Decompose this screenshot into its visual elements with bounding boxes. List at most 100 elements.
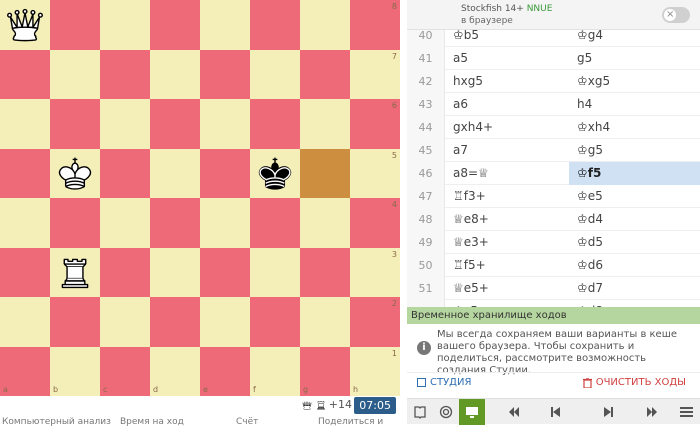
square-d5[interactable] (150, 148, 200, 198)
next-icon (604, 407, 613, 417)
square-b6[interactable] (50, 99, 100, 149)
rank-label: 4 (391, 200, 397, 209)
square-f8[interactable] (250, 0, 300, 50)
white-move[interactable]: ♕e3+ (451, 231, 569, 254)
storage-actions: СТУДИЯ ОЧИСТИТЬ ХОДЫ (407, 372, 700, 394)
white-move[interactable]: a6 (451, 93, 569, 116)
white-move[interactable]: a7 (451, 139, 569, 162)
square-g4[interactable] (300, 198, 350, 248)
next-move-button[interactable] (595, 399, 621, 425)
square-g6[interactable] (300, 99, 350, 149)
clear-moves-button[interactable]: ОЧИСТИТЬ ХОДЫ (582, 377, 686, 388)
white-move[interactable]: hxg5 (451, 70, 569, 93)
analysis-toolbar (407, 398, 700, 425)
white-move[interactable]: ♖f5+ (451, 254, 569, 277)
white-move[interactable]: ♔b5 (451, 30, 569, 47)
square-d4[interactable] (150, 198, 200, 248)
square-c4[interactable] (100, 198, 150, 248)
last-move-button[interactable] (639, 399, 665, 425)
square-f1[interactable] (250, 346, 300, 396)
square-b2[interactable] (50, 297, 100, 347)
square-c1[interactable] (100, 346, 150, 396)
white-move[interactable]: a5 (451, 47, 569, 70)
black-move[interactable]: ♔f5 (569, 162, 700, 185)
engine-toggle[interactable]: × (662, 7, 690, 23)
square-f6[interactable] (250, 99, 300, 149)
square-a4[interactable] (0, 198, 50, 248)
square-d7[interactable] (150, 49, 200, 99)
square-e5[interactable] (200, 148, 250, 198)
square-g8[interactable] (300, 0, 350, 50)
square-b7[interactable] (50, 49, 100, 99)
tab-computer-analysis[interactable]: Компьютерный анализ (2, 417, 111, 427)
square-c7[interactable] (100, 49, 150, 99)
square-f3[interactable] (250, 247, 300, 297)
black-move[interactable]: h4 (569, 93, 700, 116)
square-a6[interactable] (0, 99, 50, 149)
move-number: 48 (407, 208, 445, 231)
black-move[interactable]: ♔d7 (569, 277, 700, 300)
square-g5[interactable] (300, 148, 350, 198)
first-move-button[interactable] (501, 399, 527, 425)
square-a2[interactable] (0, 297, 50, 347)
square-a3[interactable] (0, 247, 50, 297)
square-f2[interactable] (250, 297, 300, 347)
white-rook-piece[interactable] (50, 248, 100, 298)
black-move[interactable]: ♔g5 (569, 139, 700, 162)
square-b8[interactable] (50, 0, 100, 50)
square-d8[interactable] (150, 0, 200, 50)
close-icon: × (666, 9, 675, 20)
white-move[interactable]: a8=♕ (451, 162, 569, 185)
square-c3[interactable] (100, 247, 150, 297)
square-b4[interactable] (50, 198, 100, 248)
square-g3[interactable] (300, 247, 350, 297)
black-king-piece[interactable] (250, 149, 300, 199)
black-move[interactable]: ♔d4 (569, 208, 700, 231)
black-move[interactable]: g5 (569, 47, 700, 70)
square-a7[interactable] (0, 49, 50, 99)
square-d6[interactable] (150, 99, 200, 149)
square-e6[interactable] (200, 99, 250, 149)
black-move[interactable]: ♔d5 (569, 231, 700, 254)
square-e8[interactable] (200, 0, 250, 50)
white-move[interactable]: gxh4+ (451, 116, 569, 139)
tab-share[interactable]: Поделиться и (318, 417, 383, 427)
practice-button[interactable] (433, 399, 459, 425)
square-c6[interactable] (100, 99, 150, 149)
black-move[interactable]: ♔xh4 (569, 116, 700, 139)
square-f4[interactable] (250, 198, 300, 248)
square-e3[interactable] (200, 247, 250, 297)
white-move[interactable]: ♕e8+ (451, 208, 569, 231)
square-f7[interactable] (250, 49, 300, 99)
square-d3[interactable] (150, 247, 200, 297)
square-c8[interactable] (100, 0, 150, 50)
book-button[interactable] (407, 399, 433, 425)
white-move[interactable]: ♕e5+ (451, 277, 569, 300)
square-c5[interactable] (100, 148, 150, 198)
square-c2[interactable] (100, 297, 150, 347)
square-e2[interactable] (200, 297, 250, 347)
storage-body: i Мы всегда сохраняем ваши варианты в ке… (407, 324, 700, 376)
black-move[interactable]: ♔xg5 (569, 70, 700, 93)
file-label: f (253, 385, 256, 394)
tab-score[interactable]: Счёт (236, 417, 258, 427)
white-move[interactable]: ♖f3+ (451, 185, 569, 208)
prev-move-button[interactable] (543, 399, 569, 425)
white-king-piece[interactable] (50, 149, 100, 199)
move-number: 41 (407, 47, 445, 70)
chess-board[interactable]: a b c d e f g h 8 7 6 5 4 3 2 1 (0, 0, 400, 396)
studio-button[interactable]: СТУДИЯ (417, 377, 471, 388)
square-g7[interactable] (300, 49, 350, 99)
square-d2[interactable] (150, 297, 200, 347)
black-move[interactable]: ♔d6 (569, 254, 700, 277)
white-queen-piece[interactable] (0, 0, 50, 50)
square-a5[interactable] (0, 148, 50, 198)
black-move[interactable]: ♔g4 (569, 30, 700, 47)
square-e4[interactable] (200, 198, 250, 248)
black-move[interactable]: ♔e5 (569, 185, 700, 208)
computer-analysis-button[interactable] (459, 399, 485, 425)
tab-move-time[interactable]: Время на ход (120, 417, 184, 427)
square-g2[interactable] (300, 297, 350, 347)
square-e7[interactable] (200, 49, 250, 99)
menu-button[interactable] (673, 399, 699, 425)
